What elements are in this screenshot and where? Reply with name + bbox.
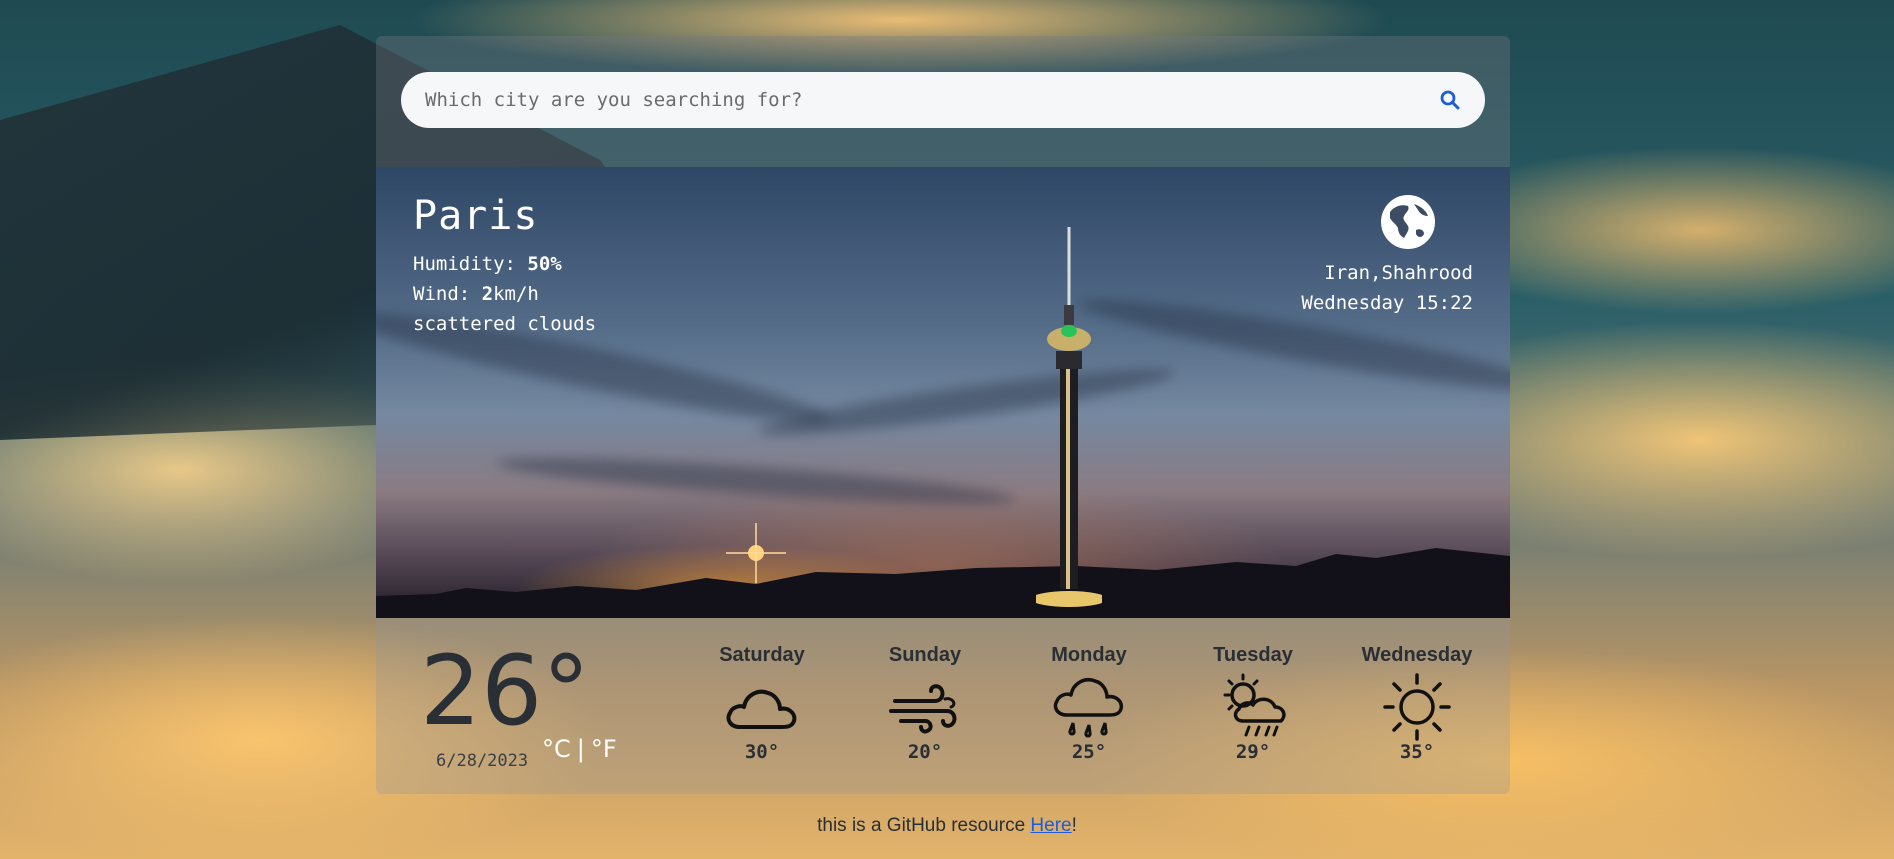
forecast-temp: 25° [1071,741,1107,763]
tower-illustration [1036,227,1102,607]
unit-toggle: °C | °F [542,735,617,763]
datetime-text: Wednesday 15:22 [1301,292,1473,314]
forecast-day-name: Sunday [888,644,962,666]
footer-text: this is a GitHub resource [817,815,1031,836]
current-weather-details: Paris Humidity: 50% Wind: 2km/h scattere… [413,193,596,339]
footer: this is a GitHub resource Here! [0,815,1894,837]
rain-cloud-icon [1053,678,1124,738]
sun-icon [1383,673,1451,741]
forecast-temp: 29° [1235,741,1271,763]
fahrenheit-toggle[interactable]: °F [591,735,617,763]
globe-icon [1380,194,1436,250]
location-panel: Iran,Shahrood Wednesday 15:22 [1301,194,1473,318]
cloud-icon [726,689,797,729]
humidity-row: Humidity: 50% [413,249,596,279]
forecast-temp: 35° [1399,741,1435,763]
github-link[interactable]: Here [1030,815,1071,836]
forecast-day-name: Tuesday [1213,644,1293,666]
celsius-toggle[interactable]: °C [542,735,571,763]
search-input[interactable] [423,88,1437,112]
forecast-day: Sunday 20° [860,644,990,763]
unit-separator: | [576,735,585,763]
sun-cloud-rain-icon [1223,673,1286,737]
forecast-panel: 26° °C | °F 6/28/2023 Saturday 30° Sunday … [376,618,1510,794]
search-icon[interactable] [1437,87,1463,113]
forecast-temp: 20° [907,741,943,763]
wind-icon [889,684,957,734]
wind-value: 2 [481,283,494,305]
forecast-day: Saturday 30° [697,644,827,763]
wind-label: Wind: [413,283,471,305]
city-name: Paris [413,193,539,239]
weather-card: Paris Humidity: 50% Wind: 2km/h scattere… [376,36,1510,794]
humidity-label: Humidity: [413,253,516,275]
wind-unit: km/h [493,283,539,305]
forecast-day: Monday 25° [1024,644,1154,763]
current-date: 6/28/2023 [436,751,529,771]
footer-suffix: ! [1071,815,1077,836]
wind-row: Wind: 2km/h [413,279,596,309]
forecast-temp: 30° [744,741,780,763]
forecast-day-name: Wednesday [1361,644,1473,666]
forecast-day-name: Monday [1051,644,1127,666]
city-hero-image: Paris Humidity: 50% Wind: 2km/h scattere… [376,167,1510,618]
search-box [401,72,1485,128]
forecast-day: Tuesday 29° [1188,644,1318,763]
city-skyline [376,548,1510,618]
search-area [376,36,1510,167]
street-light-glow [726,523,786,583]
humidity-value: 50% [527,253,562,275]
forecast-day: Wednesday 35° [1352,644,1482,763]
weather-description: scattered clouds [413,313,597,335]
location-text: Iran,Shahrood [1324,262,1473,284]
forecast-day-name: Saturday [719,644,805,666]
current-temperature: 26° [420,635,591,747]
